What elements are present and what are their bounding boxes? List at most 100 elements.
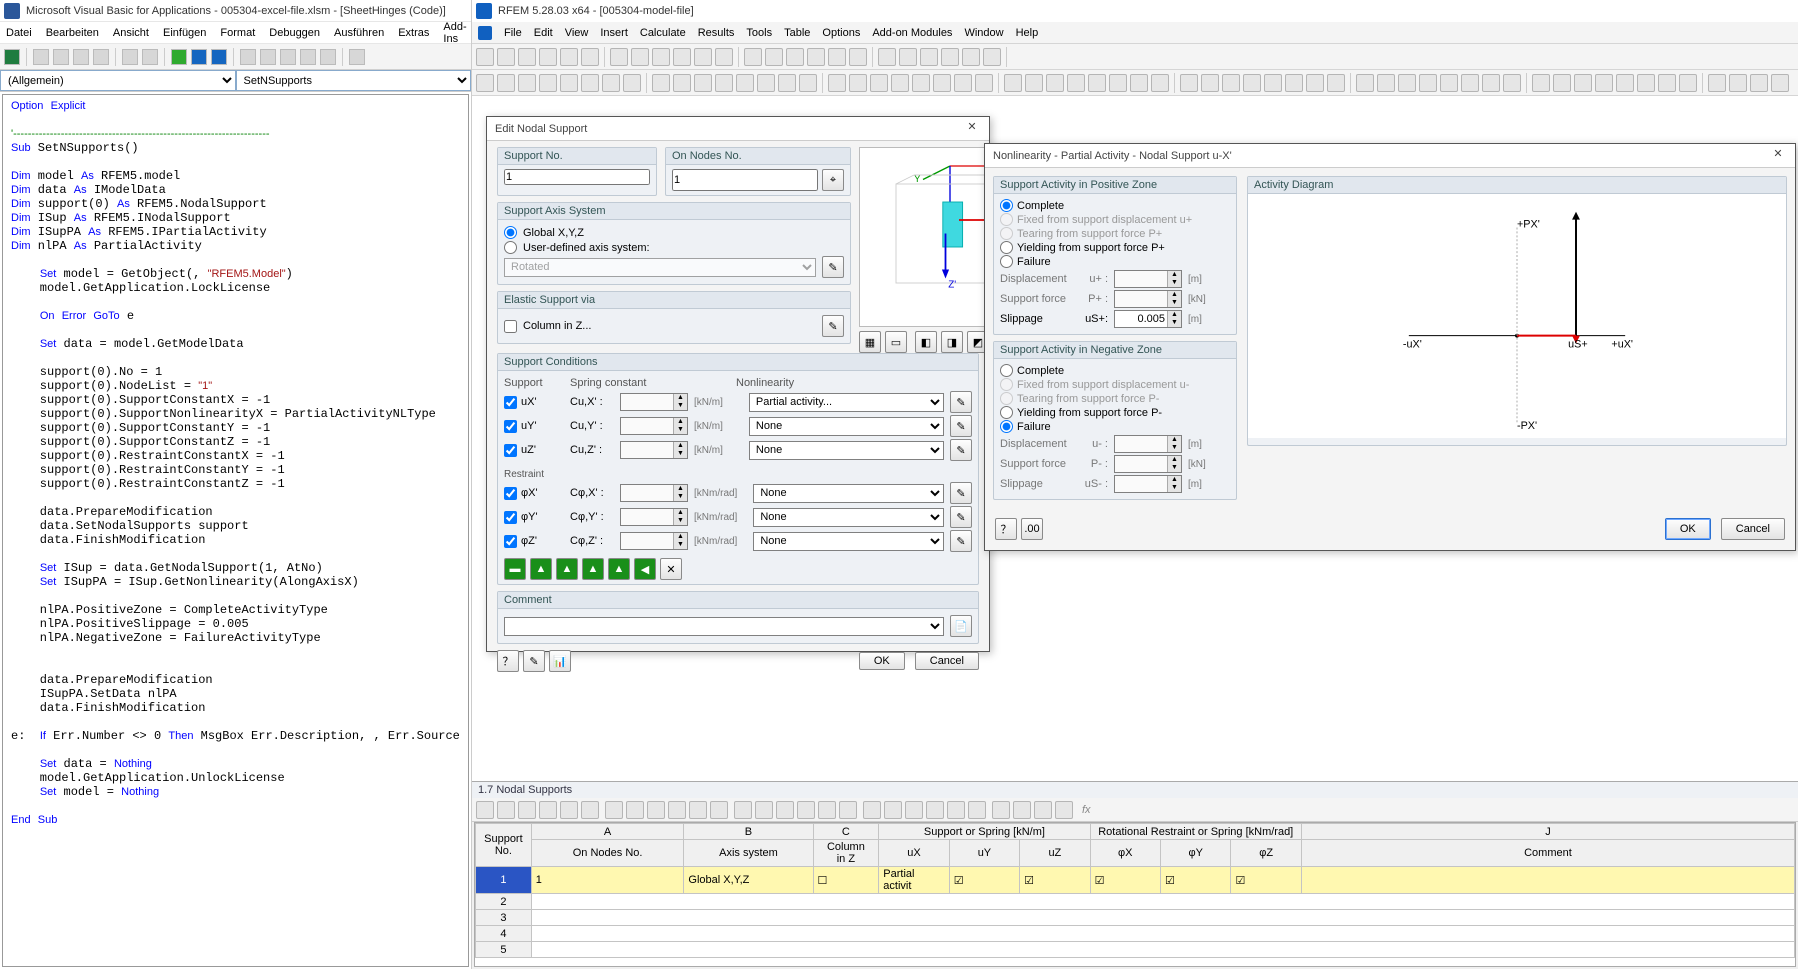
rfem-tb2-32[interactable] <box>1180 74 1198 92</box>
menu-window[interactable]: Window <box>964 27 1003 39</box>
ux-check[interactable] <box>504 396 517 409</box>
nl-phx-edit-icon[interactable]: ✎ <box>950 482 972 504</box>
calc-icon[interactable]: 📊 <box>549 650 571 672</box>
nl-units-icon[interactable]: .00 <box>1021 518 1043 540</box>
rfem-tb2-11[interactable] <box>715 74 733 92</box>
table-tb-23[interactable] <box>968 801 986 819</box>
tb-cut-icon[interactable] <box>53 49 69 65</box>
table-tb-2[interactable] <box>518 801 536 819</box>
phy-check[interactable] <box>504 511 517 524</box>
rfem-tb2-0[interactable] <box>476 74 494 92</box>
rfem-tb2-4[interactable] <box>560 74 578 92</box>
rfem-tb2-28[interactable] <box>1088 74 1106 92</box>
rfem-tb2-55[interactable] <box>1679 74 1697 92</box>
tb-project-icon[interactable] <box>260 49 276 65</box>
menu-ausfuehren[interactable]: Ausführen <box>334 27 384 39</box>
rfem-tb2-14[interactable] <box>778 74 796 92</box>
nl-phy-select[interactable]: None <box>753 508 944 527</box>
nl-ok-button[interactable]: OK <box>1665 518 1711 540</box>
table-tb-3[interactable] <box>539 801 557 819</box>
nl-ux-edit-icon[interactable]: ✎ <box>950 391 972 413</box>
comment-pick-icon[interactable]: 📄 <box>950 615 972 637</box>
rfem-tb2-53[interactable] <box>1637 74 1655 92</box>
menu-einfuegen[interactable]: Einfügen <box>163 27 206 39</box>
tb-design-icon[interactable] <box>240 49 256 65</box>
rfem-tb2-27[interactable] <box>1067 74 1085 92</box>
rfem-tb2-56[interactable] <box>1708 74 1726 92</box>
rfem-tb1-2[interactable] <box>518 48 536 66</box>
rfem-tb2-35[interactable] <box>1243 74 1261 92</box>
rfem-tb2-39[interactable] <box>1327 74 1345 92</box>
table-tb-4[interactable] <box>560 801 578 819</box>
ens-cancel-button[interactable]: Cancel <box>915 652 979 670</box>
tb-undo-icon[interactable] <box>122 49 138 65</box>
nl-help-icon[interactable]: ？ <box>995 518 1017 540</box>
nl-phx-select[interactable]: None <box>753 484 944 503</box>
support-preset-4-icon[interactable]: ▲ <box>582 558 604 580</box>
table-tb-22[interactable] <box>947 801 965 819</box>
rfem-tb2-47[interactable] <box>1503 74 1521 92</box>
rfem-tb2-12[interactable] <box>736 74 754 92</box>
support-preset-1-icon[interactable]: ▬ <box>504 558 526 580</box>
table-tb-0[interactable] <box>476 801 494 819</box>
rfem-tb1-11[interactable] <box>715 48 733 66</box>
rfem-tb1-3[interactable] <box>539 48 557 66</box>
menu-table[interactable]: Table <box>784 27 810 39</box>
nl-ux-select[interactable]: Partial activity... <box>749 393 944 412</box>
tb-pause-icon[interactable] <box>191 49 207 65</box>
rfem-tb1-0[interactable] <box>476 48 494 66</box>
rfem-tb2-50[interactable] <box>1574 74 1592 92</box>
rfem-tb2-46[interactable] <box>1482 74 1500 92</box>
phz-check[interactable] <box>504 535 517 548</box>
menu-addins[interactable]: Add-Ins <box>443 21 466 45</box>
neg-failure-radio[interactable] <box>1000 420 1013 433</box>
rfem-tb2-36[interactable] <box>1264 74 1282 92</box>
table-tb-18[interactable] <box>863 801 881 819</box>
rfem-tb1-8[interactable] <box>652 48 670 66</box>
nl-phz-edit-icon[interactable]: ✎ <box>950 530 972 552</box>
view-iso-icon[interactable]: ▦ <box>859 331 881 353</box>
menu-insert[interactable]: Insert <box>600 27 628 39</box>
nl-cancel-button[interactable]: Cancel <box>1721 518 1785 540</box>
vba-proc-combo[interactable]: SetNSupports <box>236 70 472 91</box>
table-tb-7[interactable] <box>626 801 644 819</box>
rfem-tb1-22[interactable] <box>962 48 980 66</box>
table-tb-11[interactable] <box>710 801 728 819</box>
table-tb-6[interactable] <box>605 801 623 819</box>
rfem-tb1-4[interactable] <box>560 48 578 66</box>
pos-complete-radio[interactable] <box>1000 199 1013 212</box>
menu-file[interactable]: File <box>504 27 522 39</box>
view-plan-icon[interactable]: ▭ <box>885 331 907 353</box>
rfem-tb2-24[interactable] <box>1004 74 1022 92</box>
table-tb-25[interactable] <box>1013 801 1031 819</box>
table-tb-5[interactable] <box>581 801 599 819</box>
table-tb-12[interactable] <box>734 801 752 819</box>
tb-run-icon[interactable] <box>171 49 187 65</box>
pos-yield-radio[interactable] <box>1000 241 1013 254</box>
tb-help-icon[interactable] <box>349 49 365 65</box>
table-tb-10[interactable] <box>689 801 707 819</box>
tb-properties-icon[interactable] <box>280 49 296 65</box>
menu-ansicht[interactable]: Ansicht <box>113 27 149 39</box>
nl-phy-edit-icon[interactable]: ✎ <box>950 506 972 528</box>
rfem-tb1-14[interactable] <box>786 48 804 66</box>
tb-object-icon[interactable] <box>300 49 316 65</box>
support-preset-5-icon[interactable]: ▲ <box>608 558 630 580</box>
table-tb-8[interactable] <box>647 801 665 819</box>
nl-uz-select[interactable]: None <box>749 441 944 460</box>
rfem-tb2-58[interactable] <box>1750 74 1768 92</box>
rfem-tb2-49[interactable] <box>1553 74 1571 92</box>
rfem-tb2-48[interactable] <box>1532 74 1550 92</box>
menu-extras[interactable]: Extras <box>398 27 429 39</box>
support-preset-6-icon[interactable]: ◀ <box>634 558 656 580</box>
note-icon[interactable]: ✎ <box>523 650 545 672</box>
menu-tools[interactable]: Tools <box>746 27 772 39</box>
nl-titlebar[interactable]: Nonlinearity - Partial Activity - Nodal … <box>985 144 1795 168</box>
rfem-tb1-12[interactable] <box>744 48 762 66</box>
support-preset-3-icon[interactable]: ▲ <box>556 558 578 580</box>
nl-phz-select[interactable]: None <box>753 532 944 551</box>
close-icon[interactable]: ✕ <box>963 120 981 138</box>
preview-opt1-icon[interactable]: ◧ <box>915 331 937 353</box>
axis-user-radio[interactable] <box>504 241 517 254</box>
menu-debuggen[interactable]: Debuggen <box>269 27 320 39</box>
